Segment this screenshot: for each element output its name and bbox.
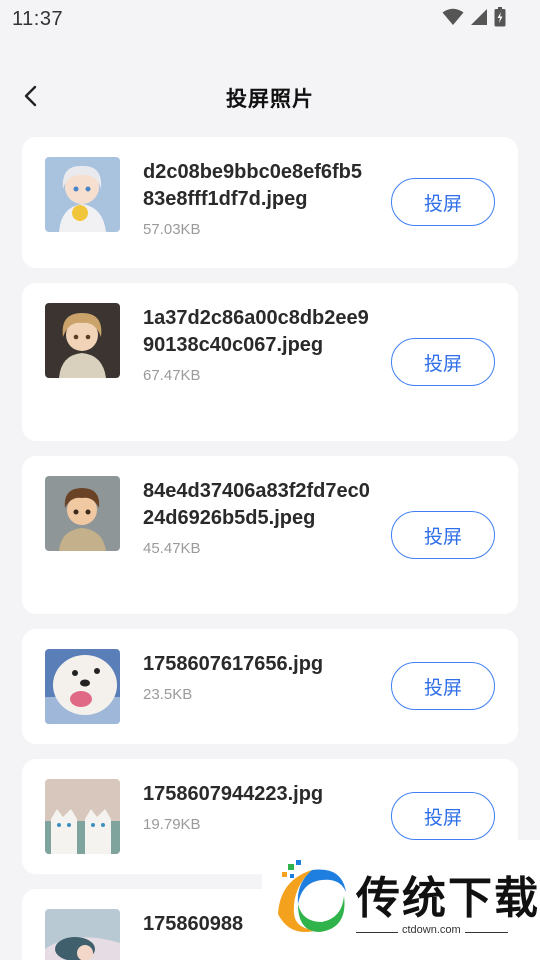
watermark-emblem-icon bbox=[268, 860, 350, 943]
photo-thumbnail[interactable] bbox=[45, 779, 120, 854]
list-item: d2c08be9bbc0e8ef6fb583e8fff1df7d.jpeg 57… bbox=[22, 137, 518, 268]
chevron-left-icon bbox=[23, 85, 39, 112]
cellular-signal-icon bbox=[470, 8, 488, 31]
file-name: 84e4d37406a83f2fd7ec024d6926b5d5.jpeg bbox=[143, 480, 370, 529]
file-name: 1758607944223.jpg bbox=[143, 783, 324, 805]
file-info: 1758607944223.jpg 19.79KB bbox=[143, 781, 373, 833]
cast-button[interactable]: 投屏 bbox=[391, 511, 495, 559]
watermark-url: ctdown.com bbox=[398, 924, 465, 936]
file-name: d2c08be9bbc0e8ef6fb583e8fff1df7d.jpeg bbox=[143, 161, 363, 210]
cast-button[interactable]: 投屏 bbox=[391, 338, 495, 386]
cast-button[interactable]: 投屏 bbox=[391, 662, 495, 710]
list-item: 84e4d37406a83f2fd7ec024d6926b5d5.jpeg 45… bbox=[22, 456, 518, 614]
file-info: 84e4d37406a83f2fd7ec024d6926b5d5.jpeg 45… bbox=[143, 478, 373, 557]
photo-thumbnail[interactable] bbox=[45, 157, 120, 232]
file-size: 45.47KB bbox=[143, 540, 201, 557]
photo-thumbnail[interactable] bbox=[45, 909, 120, 960]
list-item: 1758607617656.jpg 23.5KB 投屏 bbox=[22, 629, 518, 744]
file-info: 1a37d2c86a00c8db2ee990138c40c067.jpeg 67… bbox=[143, 305, 373, 384]
file-info: 1758607617656.jpg 23.5KB bbox=[143, 651, 373, 703]
cast-button[interactable]: 投屏 bbox=[391, 792, 495, 840]
status-icons bbox=[442, 6, 506, 32]
file-size: 67.47KB bbox=[143, 367, 201, 384]
photo-thumbnail[interactable] bbox=[45, 303, 120, 378]
status-bar: 11:37 bbox=[0, 0, 540, 38]
file-name: 1758607617656.jpg bbox=[143, 653, 324, 675]
photo-thumbnail[interactable] bbox=[45, 649, 120, 724]
wifi-icon bbox=[442, 8, 464, 31]
watermark-logo: 传统下载 ctdown.com bbox=[262, 840, 540, 960]
page-title: 投屏照片 bbox=[226, 88, 314, 111]
photo-thumbnail[interactable] bbox=[45, 476, 120, 551]
battery-icon bbox=[494, 6, 506, 32]
cast-button[interactable]: 投屏 bbox=[391, 178, 495, 226]
file-size: 19.79KB bbox=[143, 816, 201, 833]
status-time: 11:37 bbox=[12, 7, 64, 30]
file-size: 23.5KB bbox=[143, 686, 193, 703]
watermark-text: 传统下载 bbox=[356, 873, 540, 924]
nav-bar: 投屏照片 bbox=[0, 72, 540, 124]
list-item: 1a37d2c86a00c8db2ee990138c40c067.jpeg 67… bbox=[22, 283, 518, 441]
file-size: 57.03KB bbox=[143, 221, 201, 238]
file-name: 1a37d2c86a00c8db2ee990138c40c067.jpeg bbox=[143, 307, 369, 356]
back-button[interactable] bbox=[14, 80, 48, 116]
file-info: d2c08be9bbc0e8ef6fb583e8fff1df7d.jpeg 57… bbox=[143, 159, 373, 238]
